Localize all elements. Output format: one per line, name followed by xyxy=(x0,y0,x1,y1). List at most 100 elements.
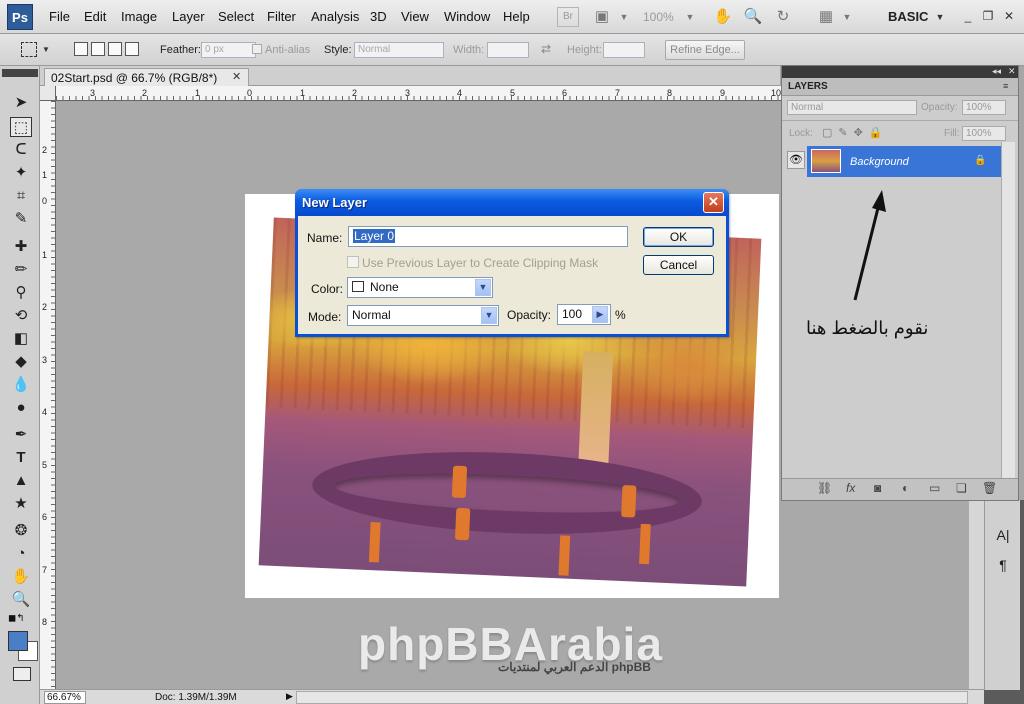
intersect-selection-icon[interactable] xyxy=(125,42,139,56)
new-layer-icon[interactable]: ❏ xyxy=(956,481,967,495)
magic-wand-icon[interactable]: ✦ xyxy=(10,163,32,183)
swap-icon[interactable]: ⇄ xyxy=(541,42,551,56)
ruler-origin[interactable] xyxy=(40,86,56,101)
pen-tool-icon[interactable]: ✒ xyxy=(10,425,32,445)
subtract-selection-icon[interactable] xyxy=(108,42,122,56)
opacity-input[interactable]: 100% xyxy=(962,100,1006,115)
default-colors-icon[interactable]: ◼↰ xyxy=(8,613,25,624)
ok-button[interactable]: OK xyxy=(643,227,714,247)
adjustment-layer-icon[interactable]: ◐ xyxy=(902,481,909,495)
menu-window[interactable]: Window xyxy=(444,9,490,24)
blend-mode-select[interactable]: Normal xyxy=(787,100,917,115)
status-menu-arrow-icon[interactable]: ▶ xyxy=(286,691,293,702)
zoom-tool-icon[interactable]: 🔍 xyxy=(10,590,32,610)
chevron-down-icon[interactable]: ▼ xyxy=(481,307,497,324)
feather-input[interactable]: 0 px xyxy=(201,42,256,58)
eye-icon[interactable]: 👁 xyxy=(787,151,805,169)
menu-file[interactable]: File xyxy=(49,9,70,24)
chevron-down-icon[interactable]: ▼ xyxy=(680,7,700,27)
lasso-tool-icon[interactable]: ᑕ xyxy=(10,140,32,160)
link-layers-icon[interactable]: ⛓ xyxy=(817,481,832,495)
menu-3d[interactable]: 3D xyxy=(370,9,387,24)
horizontal-scrollbar[interactable] xyxy=(296,691,968,704)
character-panel-icon[interactable]: A| xyxy=(994,526,1012,544)
history-brush-icon[interactable]: ⟲ xyxy=(10,306,32,326)
marquee-tool-icon[interactable]: ⬚ xyxy=(10,117,32,137)
cancel-button[interactable]: Cancel xyxy=(643,255,714,275)
foreground-color-swatch[interactable] xyxy=(8,631,28,651)
close-icon[interactable]: ✕ xyxy=(232,70,241,83)
hand-tool-icon[interactable]: ✋ xyxy=(10,567,32,587)
chevron-right-icon[interactable]: ▶ xyxy=(592,306,608,323)
menu-layer[interactable]: Layer xyxy=(172,9,205,24)
layer-thumbnail[interactable] xyxy=(811,149,841,173)
eyedropper-icon[interactable]: ✎ xyxy=(10,209,32,229)
crop-tool-icon[interactable]: ⌗ xyxy=(10,186,32,206)
clone-stamp-icon[interactable]: ⚲ xyxy=(10,283,32,303)
eraser-icon[interactable]: ◧ xyxy=(10,329,32,349)
layer-style-icon[interactable]: fx xyxy=(846,481,855,495)
healing-brush-icon[interactable]: ✚ xyxy=(10,237,32,257)
antialias-checkbox[interactable] xyxy=(252,44,262,54)
quick-mask-icon[interactable] xyxy=(13,667,31,681)
minimize-icon[interactable]: _ xyxy=(960,8,976,24)
close-icon[interactable]: ✕ xyxy=(1001,8,1017,24)
height-input[interactable] xyxy=(603,42,645,58)
dodge-tool-icon[interactable]: ● xyxy=(10,398,32,418)
new-selection-icon[interactable] xyxy=(74,42,88,56)
workspace-switcher[interactable]: BASIC xyxy=(888,9,928,24)
blur-tool-icon[interactable]: 💧 xyxy=(10,375,32,395)
menu-analysis[interactable]: Analysis xyxy=(311,9,359,24)
menu-image[interactable]: Image xyxy=(121,9,157,24)
hand-tool-icon[interactable]: ✋ xyxy=(713,7,733,27)
move-tool-icon[interactable]: ➤ xyxy=(10,93,32,113)
paragraph-panel-icon[interactable]: ¶ xyxy=(994,556,1012,574)
rotate-view-icon[interactable]: ↻ xyxy=(773,7,793,27)
chevron-down-icon[interactable]: ▼ xyxy=(930,7,950,27)
type-tool-icon[interactable]: T xyxy=(10,448,32,468)
layer-name[interactable]: Background xyxy=(850,156,909,168)
3d-orbit-icon[interactable]: ◔ xyxy=(10,544,32,564)
path-selection-icon[interactable]: ▲ xyxy=(10,471,32,491)
refine-edge-button[interactable]: Refine Edge... xyxy=(665,40,745,60)
layers-tab[interactable]: LAYERS xyxy=(788,81,828,92)
restore-icon[interactable]: ❐ xyxy=(980,8,996,24)
zoom-level[interactable]: 100% xyxy=(643,10,674,24)
fill-input[interactable]: 100% xyxy=(962,126,1006,141)
collapse-panel-icon[interactable]: ◂◂ xyxy=(992,66,1001,77)
document-tab[interactable]: 02Start.psd @ 66.7% (RGB/8*) xyxy=(44,68,249,86)
chevron-down-icon[interactable]: ▼ xyxy=(475,279,491,296)
color-select[interactable]: None xyxy=(347,277,493,298)
zoom-tool-icon[interactable]: 🔍 xyxy=(743,7,763,27)
brush-tool-icon[interactable]: ✏ xyxy=(10,260,32,280)
menu-help[interactable]: Help xyxy=(503,9,530,24)
layer-mask-icon[interactable]: ◙ xyxy=(874,481,881,495)
trash-icon[interactable]: 🗑 xyxy=(982,481,997,495)
menu-select[interactable]: Select xyxy=(218,9,254,24)
add-to-selection-icon[interactable] xyxy=(91,42,105,56)
paint-bucket-icon[interactable]: ◆ xyxy=(10,352,32,372)
close-icon[interactable]: ✕ xyxy=(703,192,724,213)
menu-filter[interactable]: Filter xyxy=(267,9,296,24)
clipping-mask-checkbox[interactable] xyxy=(347,256,359,268)
style-select[interactable]: Normal xyxy=(354,42,444,58)
panel-menu-icon[interactable]: ≡ xyxy=(1003,81,1008,91)
mode-select[interactable]: Normal xyxy=(347,305,499,326)
layer-name-input[interactable]: Layer 0 xyxy=(348,226,628,247)
layers-scrollbar[interactable] xyxy=(1001,142,1015,478)
chevron-down-icon[interactable]: ▼ xyxy=(42,45,50,54)
chevron-down-icon[interactable]: ▼ xyxy=(837,7,857,27)
new-group-icon[interactable]: ▭ xyxy=(929,481,940,495)
arrange-documents-icon[interactable]: ▦ xyxy=(816,7,836,27)
layers-panel-header[interactable] xyxy=(782,66,1018,78)
toolbox-header[interactable] xyxy=(2,69,38,77)
width-input[interactable] xyxy=(487,42,529,58)
chevron-down-icon[interactable]: ▼ xyxy=(614,7,634,27)
close-panel-icon[interactable]: ✕ xyxy=(1008,66,1016,77)
status-zoom[interactable]: 66.67% xyxy=(44,691,86,704)
3d-rotate-icon[interactable]: ❂ xyxy=(10,521,32,541)
lock-icons[interactable]: ▢✎✥🔒 xyxy=(822,126,889,139)
bridge-button[interactable]: Br xyxy=(557,7,579,27)
marquee-preset-icon[interactable] xyxy=(21,42,37,57)
shape-tool-icon[interactable]: ★ xyxy=(10,494,32,514)
